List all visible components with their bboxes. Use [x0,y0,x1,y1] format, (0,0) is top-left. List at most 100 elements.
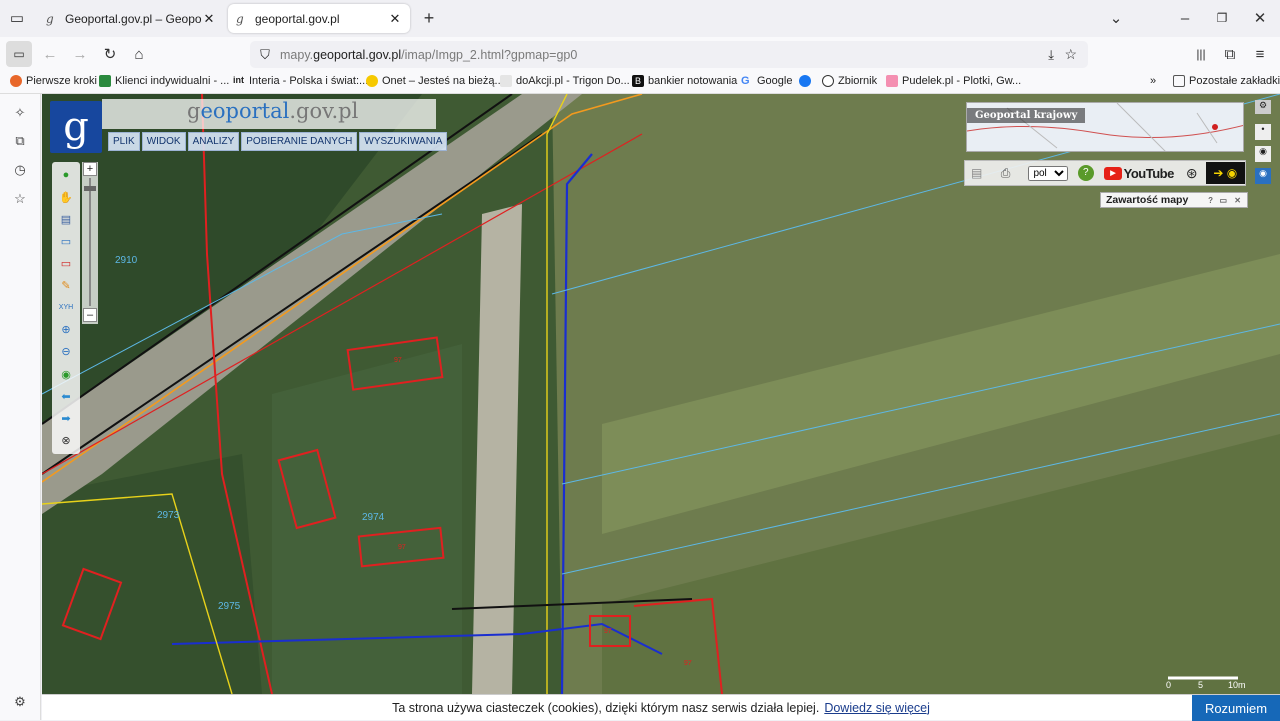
map-view[interactable]: 2910 2973 2974 2975 97 97 97 97 g geopor… [42,94,1280,694]
accessibility-icon[interactable]: ⊛ [1186,165,1198,182]
tab-title: geoportal.gov.pl [255,11,340,26]
bookmark-label: Klienci indywidualni - ... [115,75,230,87]
geoportal-favicon: g [46,11,54,26]
bookmarks-icon[interactable]: ☆ [10,189,30,209]
star-icon[interactable]: ☆ [1064,46,1077,63]
youtube-link[interactable]: ▶ YouTube [1103,165,1175,181]
extensions-icon[interactable]: ⧉ [1217,41,1243,67]
next-view-icon[interactable]: ➡ [57,410,75,426]
language-select[interactable]: pol [1028,165,1068,181]
overview-map[interactable]: Geoportal krajowy [966,102,1244,152]
restore-icon[interactable]: ❐ [1209,5,1235,31]
zoom-minus-button[interactable]: – [83,308,97,322]
info-icon[interactable]: ● [57,167,75,183]
zoom-out-icon[interactable]: ⊖ [57,343,75,359]
menu-widok[interactable]: WIDOK [141,132,186,151]
maximize-icon[interactable]: ▭ [1219,196,1227,205]
download-icon[interactable]: ⤓ [1048,47,1054,63]
close-tab-icon[interactable]: ✕ [388,11,402,27]
view-eye-icon[interactable]: ◉ [1255,168,1271,184]
new-tab-button[interactable]: + [416,5,442,31]
accessibility-icon[interactable]: ⊗ [57,432,75,448]
bookmark-label: Zbiornik [838,75,878,87]
history-icon[interactable]: ◷ [10,160,30,180]
url-domain: geoportal.gov.pl [313,47,402,62]
list-icon[interactable]: ▤ [971,166,991,180]
bookmark-pierwsze-kroki[interactable]: Pierwsze kroki [10,75,97,87]
building-symbol: 97 [684,660,692,667]
window-close-icon[interactable]: ✕ [1247,5,1273,31]
bookmark-zbiornik[interactable]: Zbiornik [822,75,877,87]
zoom-in-icon[interactable]: ⊕ [57,321,75,337]
scale-5: 5 [1198,680,1204,690]
close-panel-icon[interactable]: ✕ [1234,196,1241,205]
menu-icon[interactable]: ≡ [1247,41,1273,67]
tab-geoportal-map[interactable]: g geoportal.gov.pl ✕ [228,4,410,33]
title-rest: .gov.pl [289,99,359,123]
back-icon[interactable]: ← [37,41,63,67]
minimize-icon[interactable]: – [1172,5,1198,31]
tab-title: Geoportal.gov.pl – Geoportal In [65,11,202,26]
address-bar[interactable]: ⛉ mapy. geoportal.gov.pl/imap/Imgp_2.html… [250,41,1088,68]
home-icon[interactable]: ⌂ [126,41,152,67]
bookmark-bankier[interactable]: Bbankier notowania [632,75,737,87]
dot-icon[interactable]: • [1255,124,1271,140]
coordinates-icon[interactable]: XYH [57,299,75,315]
cookie-more-link[interactable]: Dowiedz się więcej [824,701,930,715]
legend-icon[interactable]: ▤ [57,211,75,227]
zoom-slider[interactable]: + – [82,162,98,324]
tab-geoportal-info[interactable]: g Geoportal.gov.pl – Geoportal In ✕ [38,4,224,33]
main-toolbar: ▤ ⎙ pol ? ▶ YouTube ⊛ ➔ ◉ [964,160,1246,186]
help-small-icon[interactable]: ? [1208,196,1213,205]
delete-selection-icon[interactable]: ▭ [57,255,75,271]
bookmark-interia[interactable]: int Interia - Polska i świat:... [233,75,368,87]
settings-gear-icon[interactable]: ⚙ [1255,100,1271,114]
zoom-plus-button[interactable]: + [83,162,97,176]
library-icon[interactable]: ||| [1188,41,1214,67]
bookmark-label: Interia - Polska i świat:... [249,75,369,87]
select-area-icon[interactable]: ▭ [57,233,75,249]
sidebar-toggle-icon[interactable]: ▭ [6,41,32,67]
bookmark-facebook[interactable] [799,75,815,87]
settings-icon[interactable]: ⚙ [10,692,30,712]
forward-icon[interactable]: → [67,41,93,67]
menu-wyszukiwania[interactable]: WYSZUKIWANIA [359,132,448,151]
eye-small-icon[interactable]: ◉ [1255,146,1271,162]
bookmark-label: Pudelek.pl - Plotki, Gw... [902,75,1022,87]
reload-icon[interactable]: ↻ [97,41,123,67]
browser-sidebar: ✧ ⧉ ◷ ☆ ⚙ [0,94,41,720]
pencil-icon[interactable]: ✎ [57,277,75,293]
menu-plik[interactable]: PLIK [108,132,140,151]
bookmark-folder-other[interactable]: Pozostałe zakładki [1173,75,1280,87]
help-icon[interactable]: ? [1077,165,1094,181]
chevron-down-icon[interactable]: ⌄ [1103,5,1129,31]
previous-view-icon[interactable]: ⬅ [57,388,75,404]
pan-hand-icon[interactable]: ✋ [57,189,75,205]
menu-analizy[interactable]: ANALIZY [187,132,240,151]
bookmark-doakcji[interactable]: doAkcji.pl - Trigon Do... [500,75,630,87]
geoportal-favicon: g [236,11,244,26]
menu-pobieranie-danych[interactable]: POBIERANIE DANYCH [241,132,358,151]
bookmark-google[interactable]: G Google [741,75,792,87]
zoom-handle[interactable] [84,186,96,191]
cookie-accept-button[interactable]: Rozumiem [1192,695,1280,721]
globe-icon[interactable]: ◉ [57,366,75,382]
more-bookmarks-icon[interactable]: » [1150,75,1156,87]
tab-list-icon[interactable]: ▭ [4,5,30,31]
bookmark-pudelek[interactable]: Pudelek.pl - Plotki, Gw... [886,75,1021,87]
close-tab-icon[interactable]: ✕ [202,11,216,27]
print-icon[interactable]: ⎙ [1001,166,1021,181]
bookmark-label: doAkcji.pl - Trigon Do... [516,75,630,87]
url-prefix: mapy. [280,47,314,62]
folder-icon [1173,75,1185,87]
ai-sparkle-icon[interactable]: ✧ [10,103,30,123]
map-content-panel[interactable]: Zawartość mapy ? ▭ ✕ [1100,192,1248,208]
contrast-eye-icon[interactable]: ➔ ◉ [1205,162,1245,184]
bookmark-klienci[interactable]: Klienci indywidualni - ... [99,75,229,87]
tab-bar: ▭ g Geoportal.gov.pl – Geoportal In ✕ g … [0,0,1280,37]
youtube-label: YouTube [1123,165,1175,181]
bookmark-onet[interactable]: Onet – Jesteś na bieżą... [366,75,504,87]
geoportal-logo[interactable]: g [50,101,102,153]
page-icon [500,75,512,87]
synced-tabs-icon[interactable]: ⧉ [10,131,30,151]
